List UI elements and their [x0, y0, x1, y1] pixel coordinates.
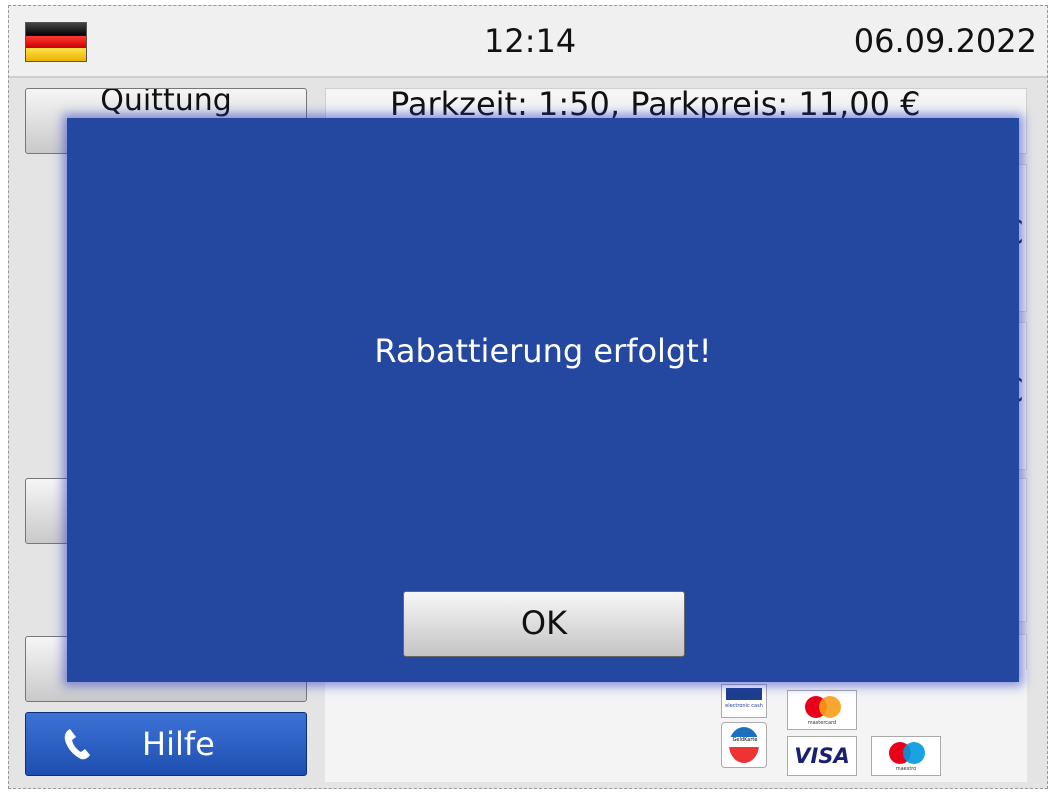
receipt-button-label: Quittung	[100, 88, 232, 118]
confirmation-dialog: Rabattierung erfolgt! OK	[67, 118, 1019, 682]
dialog-message: Rabattierung erfolgt!	[374, 332, 712, 370]
mastercard-text: mastercard	[807, 720, 837, 726]
mastercard-logo: mastercard	[787, 690, 857, 730]
help-button-label: Hilfe	[142, 725, 215, 763]
maestro-text: maestro	[895, 766, 917, 772]
kiosk-screen: 12:14 06.09.2022 Quittung Hilfe Parkzeit…	[8, 5, 1048, 789]
ok-button[interactable]: OK	[403, 591, 685, 657]
maestro-logo: maestro	[871, 736, 941, 776]
visa-logo: VISA	[787, 736, 857, 776]
help-button[interactable]: Hilfe	[25, 712, 307, 776]
electronic-cash-logo: electronic cash	[721, 684, 767, 718]
geldkarte-text: GeldKarte	[727, 737, 763, 743]
current-date: 06.09.2022	[853, 22, 1037, 60]
clock-time: 12:14	[484, 22, 577, 60]
phone-icon	[64, 729, 90, 760]
electronic-cash-text: electronic cash	[725, 703, 763, 709]
flag-de-icon[interactable]	[25, 22, 87, 62]
status-bar: 12:14 06.09.2022	[9, 6, 1047, 78]
visa-text: VISA	[794, 744, 850, 768]
payment-logos: electronic cash mastercard GeldKarte VIS…	[325, 670, 1027, 782]
geldkarte-logo: GeldKarte	[721, 722, 767, 768]
